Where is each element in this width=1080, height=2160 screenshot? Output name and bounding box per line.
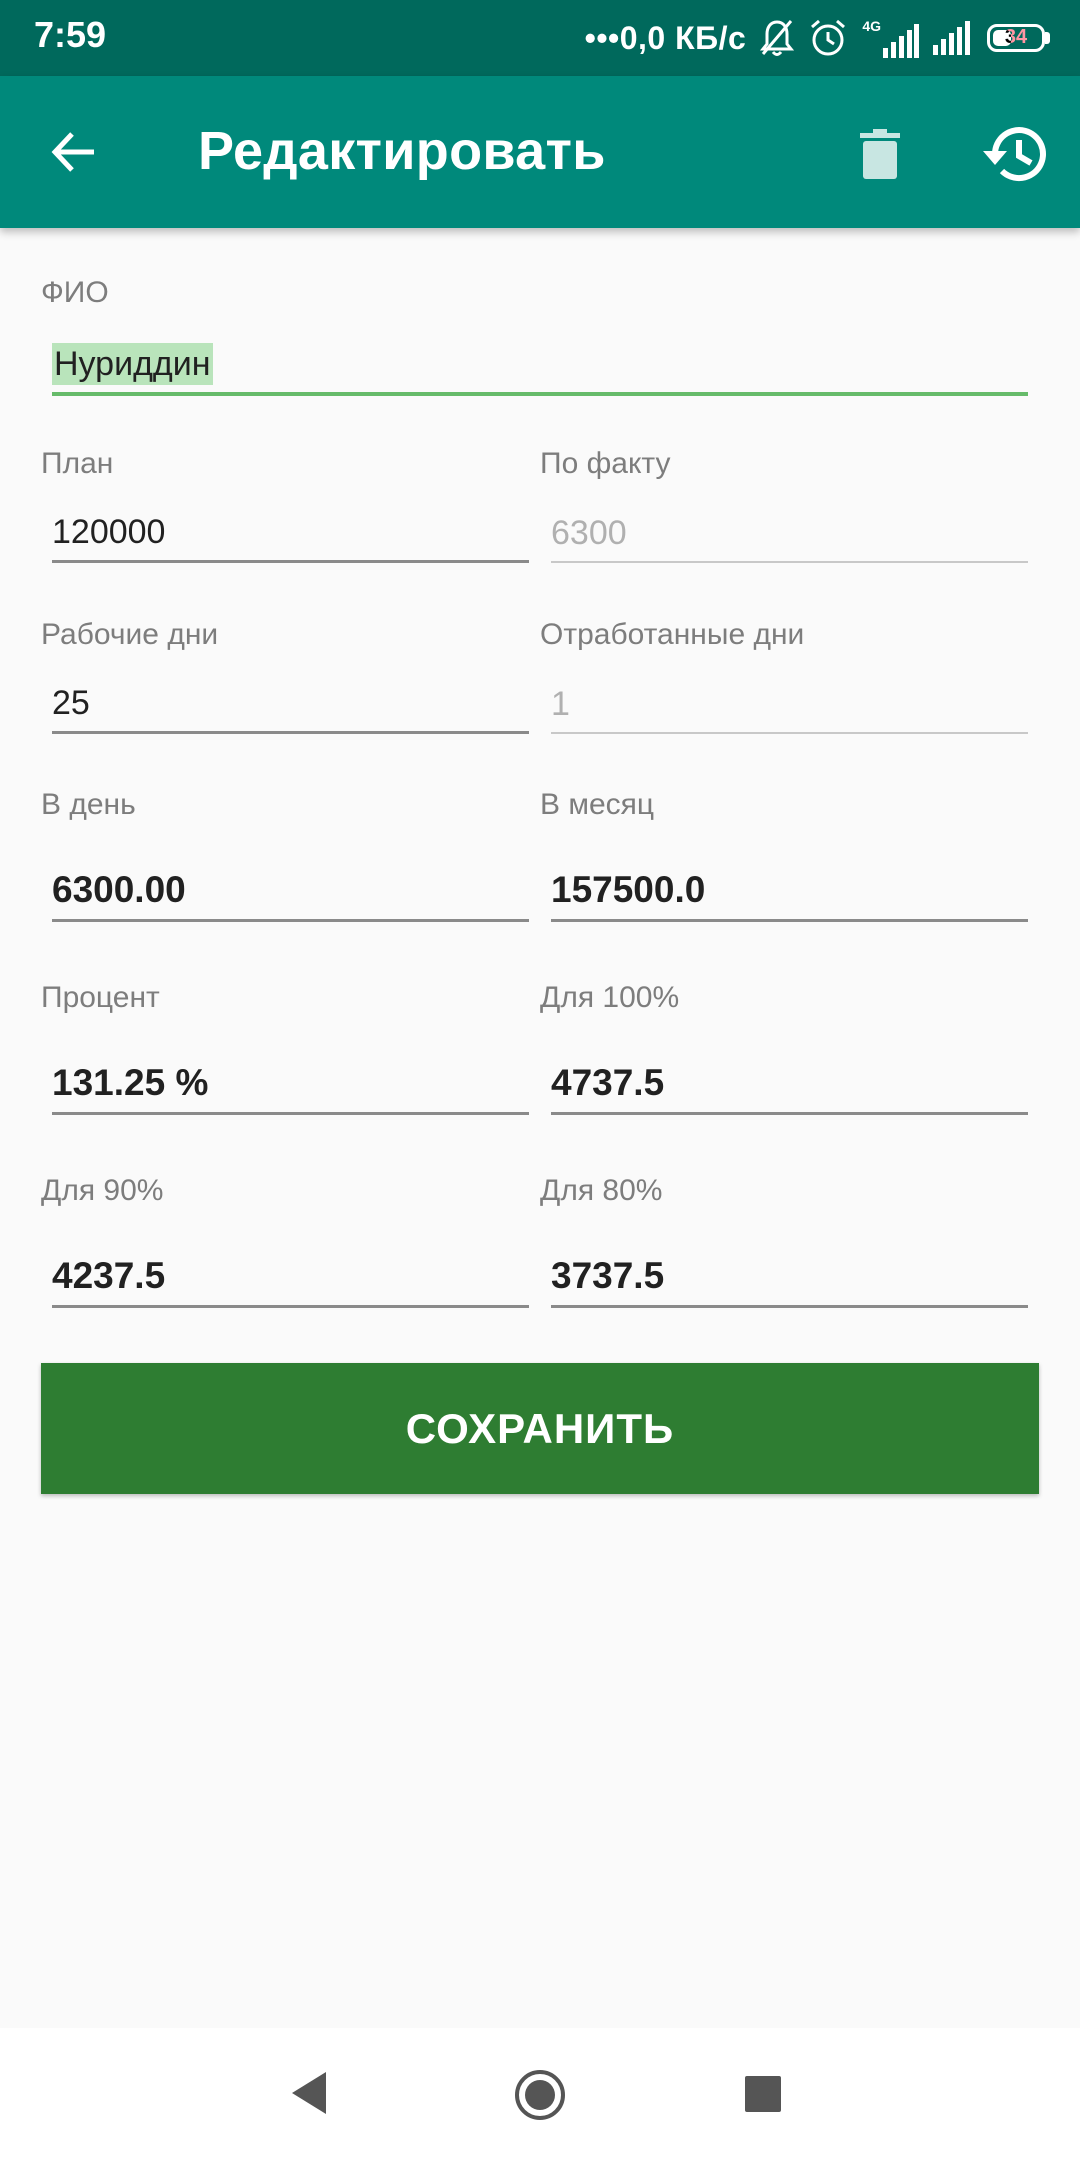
for-90-label: Для 90% <box>41 1174 164 1207</box>
save-button[interactable]: СОХРАНИТЬ <box>41 1363 1039 1494</box>
percent-value: 131.25 % <box>52 1062 209 1103</box>
network-type: 4G <box>862 18 881 34</box>
worked-days-label: Отработанные дни <box>540 618 805 651</box>
for-80-field: 3737.5 <box>551 1248 1028 1308</box>
history-icon <box>983 127 1046 182</box>
battery-icon: 34 <box>987 24 1050 52</box>
delete-button[interactable] <box>842 116 918 192</box>
for-100-label: Для 100% <box>540 981 680 1014</box>
status-time: 7:59 <box>34 14 107 55</box>
nav-recents-icon[interactable] <box>745 2076 781 2112</box>
page-title: Редактировать <box>198 121 606 181</box>
worked-days-input: 1 <box>551 674 1028 734</box>
battery-body: 34 <box>987 24 1045 52</box>
battery-tip <box>1045 32 1050 44</box>
back-button[interactable] <box>38 116 110 188</box>
actual-input: 6300 <box>551 503 1028 563</box>
per-month-label: В месяц <box>540 788 655 821</box>
signal-strength-icon <box>883 24 919 58</box>
plan-input[interactable]: 120000 <box>52 503 529 563</box>
nav-back-icon[interactable] <box>290 2072 330 2114</box>
app-bar: Редактировать <box>0 76 1080 228</box>
per-day-value: 6300.00 <box>52 869 186 910</box>
work-days-value: 25 <box>52 684 90 722</box>
fio-value-wrap: Нуриддин <box>52 343 213 385</box>
fio-label: ФИО <box>41 276 109 309</box>
signal-strength-icon <box>933 21 970 55</box>
alarm-icon <box>811 19 846 56</box>
per-month-field: 157500.0 <box>551 862 1028 922</box>
percent-label: Процент <box>41 981 160 1014</box>
worked-days-value: 1 <box>551 685 570 723</box>
trash-icon <box>860 129 900 179</box>
signal-4g: 4G <box>862 18 919 58</box>
per-day-field: 6300.00 <box>52 862 529 922</box>
for-90-value: 4237.5 <box>52 1255 166 1296</box>
bell-off-icon <box>760 20 795 56</box>
for-100-field: 4737.5 <box>551 1055 1028 1115</box>
system-nav-bar <box>0 2028 1080 2160</box>
for-80-label: Для 80% <box>540 1174 663 1207</box>
fio-input[interactable]: Нуриддин <box>52 334 1028 396</box>
actual-value: 6300 <box>551 514 627 552</box>
arrow-back-icon <box>51 132 94 172</box>
work-days-label: Рабочие дни <box>41 618 219 651</box>
battery-level: 34 <box>1004 26 1028 48</box>
status-bar: 7:59 •••0,0 КБ/с 4G 34 <box>0 0 1080 76</box>
for-90-field: 4237.5 <box>52 1248 529 1308</box>
actual-label: По факту <box>540 447 671 480</box>
plan-label: План <box>41 447 114 480</box>
per-day-label: В день <box>41 788 136 821</box>
status-icons: •••0,0 КБ/с 4G 34 <box>585 12 1050 64</box>
per-month-value: 157500.0 <box>551 869 706 910</box>
fio-value: Нуриддин <box>52 343 213 385</box>
for-80-value: 3737.5 <box>551 1255 665 1296</box>
plan-value: 120000 <box>52 513 166 551</box>
for-100-value: 4737.5 <box>551 1062 665 1103</box>
work-days-input[interactable]: 25 <box>52 674 529 734</box>
nav-home-icon[interactable] <box>513 2068 567 2122</box>
history-button[interactable] <box>974 114 1054 194</box>
network-speed: •••0,0 КБ/с <box>584 19 747 56</box>
percent-field: 131.25 % <box>52 1055 529 1115</box>
